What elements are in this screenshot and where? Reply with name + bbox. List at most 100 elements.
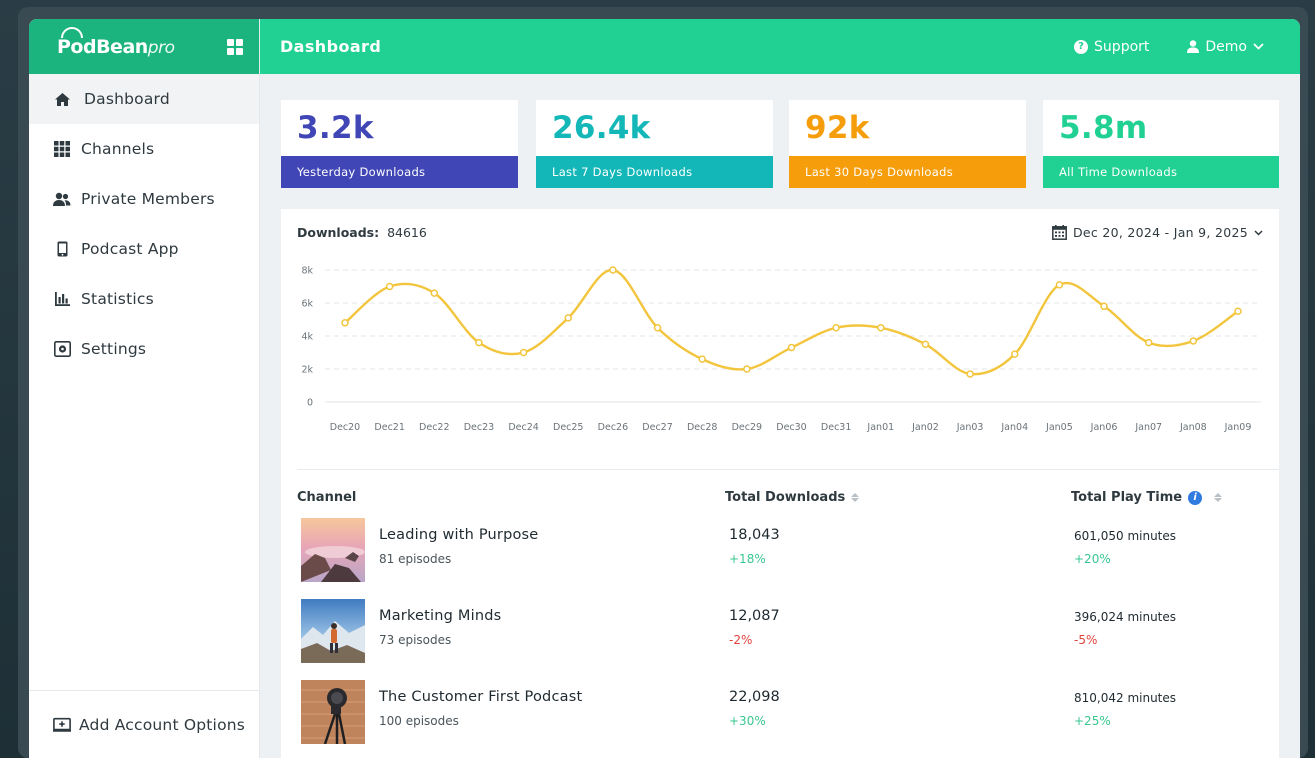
stat-value: 5.8m bbox=[1059, 110, 1148, 146]
x-tick-label: Jan01 bbox=[866, 422, 894, 433]
data-point bbox=[787, 343, 796, 352]
channel-title[interactable]: Marketing Minds bbox=[379, 608, 501, 624]
table-row[interactable]: Marketing Minds 73 episodes 12,087 -2% 3… bbox=[301, 599, 1261, 663]
sidebar-item-private-members[interactable]: Private Members bbox=[29, 174, 259, 224]
add-account-icon bbox=[53, 716, 71, 734]
channel-title[interactable]: The Customer First Podcast bbox=[379, 689, 582, 705]
downloads-total-label: Downloads bbox=[297, 225, 375, 240]
channel-thumbnail[interactable] bbox=[301, 599, 365, 663]
sort-icon[interactable] bbox=[1214, 493, 1223, 502]
support-link[interactable]: ? Support bbox=[1074, 39, 1149, 55]
stat-card-last-30-days: 92k Last 30 Days Downloads bbox=[789, 100, 1026, 188]
y-tick-label: 4k bbox=[301, 332, 313, 343]
x-tick-label: Jan03 bbox=[956, 422, 984, 433]
user-menu[interactable]: Demo bbox=[1187, 39, 1264, 55]
stat-value: 3.2k bbox=[297, 110, 374, 146]
data-point bbox=[564, 314, 572, 322]
x-tick-label: Jan05 bbox=[1045, 422, 1073, 433]
data-point bbox=[519, 348, 528, 357]
x-tick-label: Dec24 bbox=[508, 422, 538, 433]
date-range-picker[interactable]: Dec 20, 2024 - Jan 9, 2025 bbox=[1052, 225, 1263, 240]
stat-label: Last 7 Days Downloads bbox=[536, 156, 773, 188]
data-point bbox=[653, 324, 662, 332]
x-tick-label: Jan08 bbox=[1179, 422, 1207, 433]
user-label: Demo bbox=[1205, 38, 1247, 55]
y-tick-label: 0 bbox=[307, 398, 313, 409]
section-divider bbox=[297, 469, 1279, 470]
x-tick-label: Dec31 bbox=[821, 422, 851, 433]
sidebar-item-channels[interactable]: Channels bbox=[29, 124, 259, 174]
channel-title[interactable]: Leading with Purpose bbox=[379, 527, 538, 543]
playtime-change: +20% bbox=[1074, 552, 1111, 566]
app-window: PodBeanpro Dashboard Channels Private Me… bbox=[29, 19, 1300, 758]
sidebar-item-statistics[interactable]: Statistics bbox=[29, 274, 259, 324]
x-tick-label: Jan02 bbox=[911, 422, 939, 433]
sidebar-item-label: Channels bbox=[81, 140, 155, 158]
data-point bbox=[341, 319, 349, 327]
sort-icon[interactable] bbox=[851, 493, 860, 502]
x-tick-label: Dec28 bbox=[687, 422, 717, 433]
data-point bbox=[475, 338, 483, 347]
downloads-change: -2% bbox=[729, 633, 753, 647]
channel-episodes: 100 episodes bbox=[379, 714, 459, 728]
x-tick-label: Dec20 bbox=[330, 422, 360, 433]
home-icon bbox=[53, 90, 71, 108]
sidebar-item-dashboard[interactable]: Dashboard bbox=[29, 74, 259, 124]
support-label: Support bbox=[1094, 38, 1150, 55]
y-tick-label: 8k bbox=[301, 266, 313, 277]
col-header-total-play-time[interactable]: Total Play Time i bbox=[1071, 490, 1223, 505]
phone-icon bbox=[53, 240, 71, 258]
playtime-change: -5% bbox=[1074, 633, 1098, 647]
downloads-total-value: 84616 bbox=[387, 225, 427, 240]
x-tick-label: Jan04 bbox=[1000, 422, 1028, 433]
x-tick-label: Dec23 bbox=[464, 422, 494, 433]
downloads-change: +30% bbox=[729, 714, 766, 728]
stat-label: Last 30 Days Downloads bbox=[789, 156, 1026, 188]
data-point bbox=[698, 355, 706, 363]
x-tick-label: Dec27 bbox=[642, 422, 672, 433]
x-tick-label: Jan09 bbox=[1224, 422, 1252, 433]
stat-card-all-time: 5.8m All Time Downloads bbox=[1043, 100, 1279, 188]
data-point bbox=[1055, 281, 1064, 289]
logo-arc bbox=[61, 26, 83, 38]
stat-value: 26.4k bbox=[552, 110, 651, 146]
stat-card-last-7-days: 26.4k Last 7 Days Downloads bbox=[536, 100, 773, 188]
add-account-options-button[interactable]: Add Account Options bbox=[29, 690, 259, 758]
page-title: Dashboard bbox=[280, 37, 382, 56]
x-tick-label: Dec29 bbox=[732, 422, 762, 433]
sidebar-item-label: Podcast App bbox=[81, 240, 179, 258]
chevron-down-icon bbox=[1254, 229, 1263, 236]
sidebar-item-label: Private Members bbox=[81, 190, 215, 208]
downloads-change: +18% bbox=[729, 552, 766, 566]
data-point bbox=[1189, 337, 1198, 345]
table-row[interactable]: Leading with Purpose 81 episodes 18,043 … bbox=[301, 518, 1261, 582]
info-icon[interactable]: i bbox=[1188, 490, 1203, 505]
data-point bbox=[430, 289, 439, 297]
col-header-total-downloads[interactable]: Total Downloads bbox=[725, 490, 860, 505]
data-point bbox=[1234, 307, 1242, 315]
col-header-channel-label: Channel bbox=[297, 490, 357, 505]
data-point bbox=[877, 324, 885, 332]
x-tick-label: Jan07 bbox=[1134, 422, 1162, 433]
playtime-value: 396,024 minutes bbox=[1074, 610, 1177, 624]
x-tick-label: Dec30 bbox=[776, 422, 806, 433]
y-tick-label: 6k bbox=[301, 299, 313, 310]
topbar-actions: ? Support Demo bbox=[1074, 39, 1264, 55]
downloads-value: 12,087 bbox=[729, 608, 780, 624]
channel-thumbnail[interactable] bbox=[301, 680, 365, 744]
bar-chart-icon bbox=[53, 290, 71, 308]
data-point bbox=[921, 340, 930, 348]
add-account-options-label: Add Account Options bbox=[79, 715, 246, 734]
channel-thumbnail[interactable] bbox=[301, 518, 365, 582]
apps-grid-icon[interactable] bbox=[227, 38, 243, 55]
date-range-value: Dec 20, 2024 - Jan 9, 2025 bbox=[1072, 225, 1248, 240]
sidebar-item-label: Statistics bbox=[81, 290, 154, 308]
sidebar-item-podcast-app[interactable]: Podcast App bbox=[29, 224, 259, 274]
table-row[interactable]: The Customer First Podcast 100 episodes … bbox=[301, 680, 1261, 744]
stat-value: 92k bbox=[805, 110, 870, 146]
sidebar-item-settings[interactable]: Settings bbox=[29, 324, 259, 374]
data-point bbox=[832, 324, 840, 332]
podbean-logo[interactable]: PodBeanpro bbox=[57, 26, 175, 58]
col-header-channel: Channel bbox=[297, 490, 356, 505]
x-tick-label: Dec22 bbox=[419, 422, 449, 433]
